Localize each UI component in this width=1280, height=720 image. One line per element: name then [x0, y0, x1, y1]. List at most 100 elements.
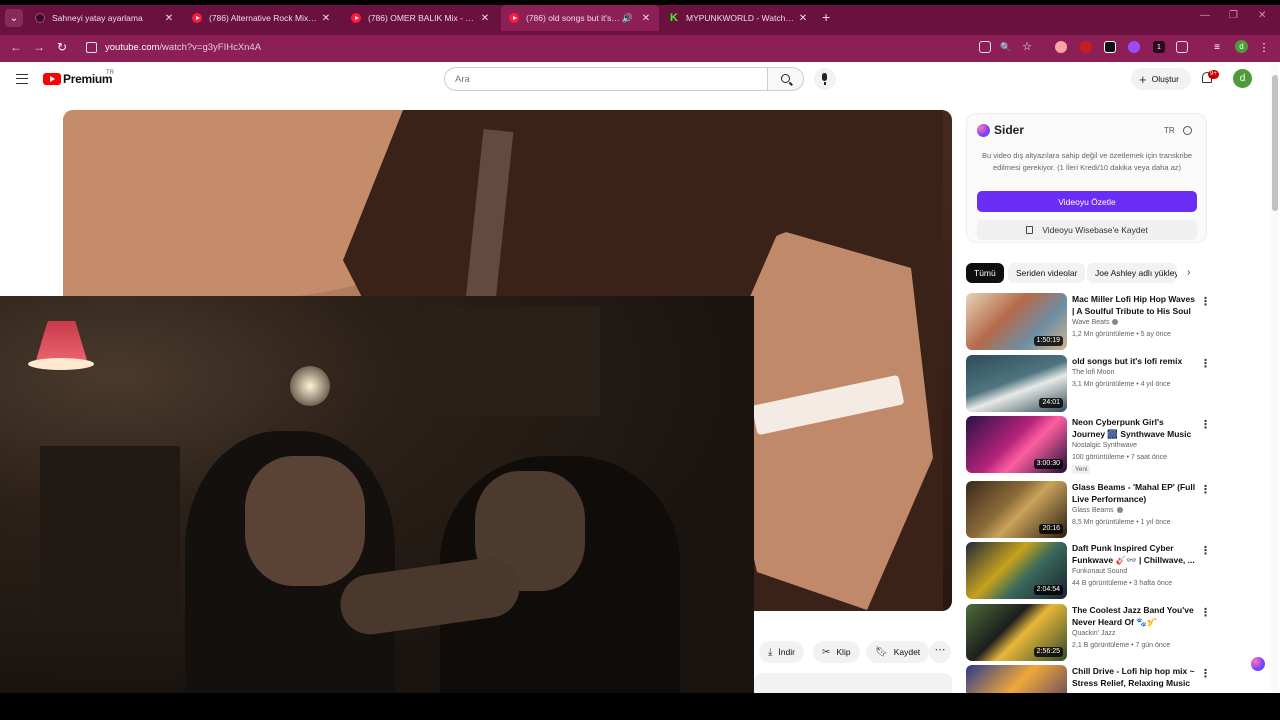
extension-badge-icon[interactable]: 1 [1153, 41, 1165, 53]
video-options-kebab-icon[interactable]: ⋮ [1200, 357, 1211, 370]
video-title[interactable]: old songs but it's lofi remix [1072, 355, 1196, 367]
chip-uploader[interactable]: Joe Ashley adlı yükleyiciden [1087, 263, 1177, 283]
channel-name[interactable]: Glass Beams [1072, 507, 1123, 514]
webcam-scene-shape [425, 306, 600, 416]
minimize-icon[interactable]: — [1200, 10, 1210, 21]
extension-sider-icon[interactable] [1128, 41, 1140, 53]
video-options-kebab-icon[interactable]: ⋮ [1200, 483, 1211, 496]
window-close-icon[interactable]: ✕ [1258, 10, 1266, 21]
download-button[interactable]: ⤓ İndir [759, 641, 804, 663]
save-to-wisebase-button[interactable]: Videoyu Wisebase'e Kaydet [977, 220, 1197, 240]
extension-adblock-icon[interactable] [1080, 41, 1092, 53]
tab-mypunkworld[interactable]: K MYPUNKWORLD - Watch clips ✕ [661, 7, 816, 29]
bookmark-icon: 🔖︎ [875, 646, 888, 658]
tab-sahneyi[interactable]: Sahneyi yatay ayarlama ✕ [27, 7, 182, 29]
forward-arrow-icon[interactable]: → [33, 40, 45, 54]
voice-search-mic-icon[interactable] [814, 68, 836, 90]
recommendation-item[interactable]: Chill Drive - Lofi hip hop mix ~ Stress … [966, 665, 1211, 693]
extension-red-icon[interactable] [1055, 41, 1067, 53]
back-arrow-icon[interactable]: ← [10, 40, 22, 54]
new-tab-plus-icon[interactable]: + [822, 9, 830, 25]
tab-alternative-rock[interactable]: (786) Alternative Rock Mix Playlist ✕ [184, 7, 339, 29]
channel-name[interactable]: Quackin' Jazz [1072, 630, 1115, 637]
extensions-puzzle-icon[interactable] [1176, 41, 1188, 53]
tab-close-icon[interactable]: ✕ [796, 13, 810, 24]
clip-button[interactable]: ✂ Klip [813, 641, 860, 663]
video-options-kebab-icon[interactable]: ⋮ [1200, 544, 1211, 557]
notification-count-badge: 9+ [1208, 70, 1219, 79]
tab-close-icon[interactable]: ✕ [478, 13, 492, 24]
video-title[interactable]: Chill Drive - Lofi hip hop mix ~ Stress … [1072, 665, 1196, 689]
restore-icon[interactable]: ❐ [1229, 10, 1238, 21]
video-title[interactable]: Mac Miller Lofi Hip Hop Waves | A Soulfu… [1072, 293, 1196, 317]
tab-close-icon[interactable]: ✕ [162, 13, 176, 24]
media-control-icon[interactable]: ≡ [1211, 41, 1223, 53]
youtube-favicon-icon [509, 13, 519, 23]
channel-name[interactable]: Funkonaut Sound [1072, 568, 1127, 575]
site-info-icon[interactable] [86, 42, 97, 53]
search-button[interactable] [767, 67, 804, 91]
recommendation-item[interactable]: 1:50:19 Mac Miller Lofi Hip Hop Waves | … [966, 293, 1211, 351]
video-thumbnail[interactable]: 20:16 [966, 481, 1067, 538]
channel-name[interactable]: Nostalgic Synthwave [1072, 442, 1137, 449]
video-options-kebab-icon[interactable]: ⋮ [1200, 606, 1211, 619]
chip-series[interactable]: Seriden videolar [1008, 263, 1086, 283]
bookmark-star-icon[interactable]: ☆ [1021, 40, 1033, 53]
youtube-logo-icon[interactable] [43, 73, 61, 85]
video-title[interactable]: Glass Beams - 'Mahal EP' (Full Live Perf… [1072, 481, 1196, 505]
sider-language[interactable]: TR [1164, 126, 1175, 135]
tab-search-chevron-down-icon[interactable]: ⌄ [5, 9, 23, 27]
chips-next-chevron-icon[interactable]: › [1187, 267, 1190, 278]
video-thumbnail[interactable]: 2:04:54 [966, 542, 1067, 599]
video-options-kebab-icon[interactable]: ⋮ [1200, 418, 1211, 431]
recommendation-item[interactable]: 3:00:30 Neon Cyberpunk Girl's Journey 🎆 … [966, 416, 1211, 474]
clip-label: Klip [836, 647, 851, 657]
more-actions-icon[interactable]: ⋯ [929, 641, 951, 663]
create-button[interactable]: + Oluştur [1131, 68, 1191, 90]
channel-name[interactable]: Wave Beats [1072, 319, 1119, 326]
video-thumbnail[interactable]: 24:01 [966, 355, 1067, 412]
video-title[interactable]: Neon Cyberpunk Girl's Journey 🎆 Synthwav… [1072, 416, 1196, 440]
video-thumbnail[interactable]: 3:00:30 [966, 416, 1067, 473]
tab-omer-balik[interactable]: (786) OMER BALIK Mix - Best of ✕ [343, 7, 498, 29]
video-thumbnail[interactable]: 1:50:19 [966, 293, 1067, 350]
video-title[interactable]: Daft Punk Inspired Cyber Funkwave 🎸👓 | C… [1072, 542, 1196, 566]
browser-menu-kebab-icon[interactable]: ⋮ [1258, 41, 1270, 54]
url-field[interactable]: youtube.com/watch?v=g3yFIHcXn4A [105, 42, 261, 53]
recommendation-item[interactable]: 2:04:54 Daft Punk Inspired Cyber Funkwav… [966, 542, 1211, 600]
search-input[interactable] [455, 71, 755, 87]
account-avatar[interactable]: d [1233, 69, 1252, 88]
tab-close-icon[interactable]: ✕ [319, 13, 333, 24]
youtube-premium-brand[interactable]: Premium [63, 72, 113, 86]
hamburger-menu-icon[interactable] [16, 74, 28, 84]
zoom-icon[interactable]: 🔍 [1000, 41, 1012, 53]
recommendation-item[interactable]: 2:56:25 The Coolest Jazz Band You've Nev… [966, 604, 1211, 662]
youtube-favicon-icon [351, 13, 361, 23]
cast-icon[interactable] [979, 41, 991, 53]
sider-floating-button-icon[interactable] [1251, 657, 1265, 671]
scrollbar-thumb[interactable] [1272, 75, 1278, 211]
browser-profile-avatar[interactable]: d [1235, 40, 1248, 53]
description-box[interactable] [754, 673, 952, 695]
sider-settings-gear-icon[interactable] [1183, 126, 1192, 135]
channel-name[interactable]: The lofi Moon [1072, 369, 1114, 376]
recommendation-item[interactable]: 20:16 Glass Beams - 'Mahal EP' (Full Liv… [966, 481, 1211, 539]
video-options-kebab-icon[interactable]: ⋮ [1200, 667, 1211, 680]
extension-badge-count: 1 [1157, 43, 1161, 51]
speaker-icon[interactable]: 🔊 [622, 13, 633, 24]
extension-black-icon[interactable] [1104, 41, 1116, 53]
recommendation-item[interactable]: 24:01 old songs but it's lofi remix The … [966, 355, 1211, 413]
save-button[interactable]: 🔖︎ Kaydet [866, 641, 930, 663]
video-options-kebab-icon[interactable]: ⋮ [1200, 295, 1211, 308]
video-thumbnail[interactable]: 2:56:25 [966, 604, 1067, 661]
summarize-video-button[interactable]: Videoyu Özetle [977, 191, 1197, 212]
reload-icon[interactable]: ↻ [57, 40, 67, 54]
tab-close-icon[interactable]: ✕ [639, 13, 653, 24]
video-meta: 8,5 Mn görüntüleme • 1 yıl önce [1072, 519, 1171, 526]
tab-old-songs-lofi[interactable]: (786) old songs but it's lofi remix 🔊 ✕ [501, 5, 659, 31]
video-thumbnail[interactable] [966, 665, 1067, 693]
video-title[interactable]: The Coolest Jazz Band You've Never Heard… [1072, 604, 1196, 628]
webcam-scene-shape [245, 456, 365, 586]
chip-all[interactable]: Tümü [966, 263, 1004, 283]
wisebase-save-icon [1026, 226, 1034, 234]
